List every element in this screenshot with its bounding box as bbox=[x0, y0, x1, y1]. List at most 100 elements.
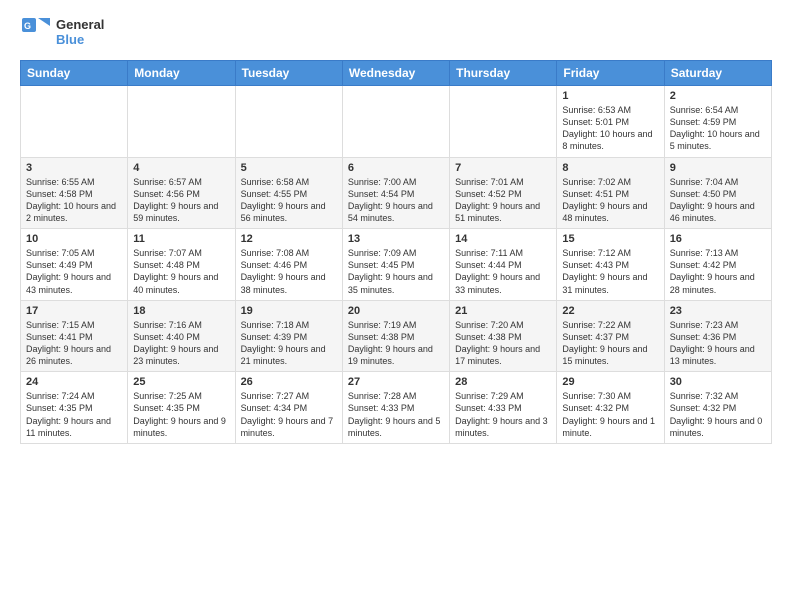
day-info: Sunrise: 7:22 AM Sunset: 4:37 PM Dayligh… bbox=[562, 319, 658, 368]
day-info: Sunrise: 6:53 AM Sunset: 5:01 PM Dayligh… bbox=[562, 104, 658, 153]
day-info: Sunrise: 7:32 AM Sunset: 4:32 PM Dayligh… bbox=[670, 390, 766, 439]
day-header-friday: Friday bbox=[557, 61, 664, 86]
day-number: 29 bbox=[562, 376, 658, 388]
calendar-cell: 8 Sunrise: 7:02 AM Sunset: 4:51 PM Daylig… bbox=[557, 157, 664, 229]
calendar-cell: 2 Sunrise: 6:54 AM Sunset: 4:59 PM Daylig… bbox=[664, 86, 771, 158]
calendar-cell: 7Sunrise: 7:01 AM Sunset: 4:52 PM Daylig… bbox=[450, 157, 557, 229]
day-info: Sunrise: 7:08 AM Sunset: 4:46 PM Dayligh… bbox=[241, 247, 337, 296]
day-info: Sunrise: 6:54 AM Sunset: 4:59 PM Dayligh… bbox=[670, 104, 766, 153]
day-number: 11 bbox=[133, 233, 229, 245]
calendar-cell: 28 Sunrise: 7:29 AM Sunset: 4:33 PM Dayli… bbox=[450, 372, 557, 444]
day-number: 24 bbox=[26, 376, 122, 388]
day-number: 6 bbox=[348, 162, 444, 174]
svg-text:G: G bbox=[24, 21, 31, 31]
calendar-cell: 25 Sunrise: 7:25 AM Sunset: 4:35 PM Dayli… bbox=[128, 372, 235, 444]
day-info: Sunrise: 7:27 AM Sunset: 4:34 PM Dayligh… bbox=[241, 390, 337, 439]
day-number: 13 bbox=[348, 233, 444, 245]
calendar-cell: 14 Sunrise: 7:11 AM Sunset: 4:44 PM Dayli… bbox=[450, 229, 557, 301]
day-info: Sunrise: 7:02 AM Sunset: 4:51 PM Dayligh… bbox=[562, 176, 658, 225]
calendar-cell: 26 Sunrise: 7:27 AM Sunset: 4:34 PM Dayli… bbox=[235, 372, 342, 444]
calendar-cell: 21 Sunrise: 7:20 AM Sunset: 4:38 PM Dayli… bbox=[450, 300, 557, 372]
day-number: 16 bbox=[670, 233, 766, 245]
day-number: 5 bbox=[241, 162, 337, 174]
calendar-cell: 17 Sunrise: 7:15 AM Sunset: 4:41 PM Dayli… bbox=[21, 300, 128, 372]
day-info: Sunrise: 6:57 AM Sunset: 4:56 PM Dayligh… bbox=[133, 176, 229, 225]
day-info: Sunrise: 7:20 AM Sunset: 4:38 PM Dayligh… bbox=[455, 319, 551, 368]
calendar-cell: 5Sunrise: 6:58 AM Sunset: 4:55 PM Daylig… bbox=[235, 157, 342, 229]
day-info: Sunrise: 7:18 AM Sunset: 4:39 PM Dayligh… bbox=[241, 319, 337, 368]
calendar-cell: 23Sunrise: 7:23 AM Sunset: 4:36 PM Dayli… bbox=[664, 300, 771, 372]
logo: G General Blue bbox=[20, 16, 104, 48]
day-number: 3 bbox=[26, 162, 122, 174]
calendar-cell: 9Sunrise: 7:04 AM Sunset: 4:50 PM Daylig… bbox=[664, 157, 771, 229]
day-info: Sunrise: 7:29 AM Sunset: 4:33 PM Dayligh… bbox=[455, 390, 551, 439]
day-info: Sunrise: 7:09 AM Sunset: 4:45 PM Dayligh… bbox=[348, 247, 444, 296]
calendar-cell: 18 Sunrise: 7:16 AM Sunset: 4:40 PM Dayli… bbox=[128, 300, 235, 372]
day-info: Sunrise: 7:19 AM Sunset: 4:38 PM Dayligh… bbox=[348, 319, 444, 368]
calendar-cell bbox=[21, 86, 128, 158]
day-info: Sunrise: 7:23 AM Sunset: 4:36 PM Dayligh… bbox=[670, 319, 766, 368]
calendar-cell: 24 Sunrise: 7:24 AM Sunset: 4:35 PM Dayli… bbox=[21, 372, 128, 444]
calendar-cell: 22 Sunrise: 7:22 AM Sunset: 4:37 PM Dayli… bbox=[557, 300, 664, 372]
day-header-tuesday: Tuesday bbox=[235, 61, 342, 86]
calendar-cell: 6 Sunrise: 7:00 AM Sunset: 4:54 PM Daylig… bbox=[342, 157, 449, 229]
day-info: Sunrise: 7:25 AM Sunset: 4:35 PM Dayligh… bbox=[133, 390, 229, 439]
day-number: 18 bbox=[133, 305, 229, 317]
day-info: Sunrise: 7:04 AM Sunset: 4:50 PM Dayligh… bbox=[670, 176, 766, 225]
logo-general: General bbox=[56, 17, 104, 32]
logo-blue: Blue bbox=[56, 32, 104, 47]
day-info: Sunrise: 7:30 AM Sunset: 4:32 PM Dayligh… bbox=[562, 390, 658, 439]
day-info: Sunrise: 7:11 AM Sunset: 4:44 PM Dayligh… bbox=[455, 247, 551, 296]
day-number: 30 bbox=[670, 376, 766, 388]
day-number: 7 bbox=[455, 162, 551, 174]
day-info: Sunrise: 7:00 AM Sunset: 4:54 PM Dayligh… bbox=[348, 176, 444, 225]
day-number: 14 bbox=[455, 233, 551, 245]
calendar-cell: 13 Sunrise: 7:09 AM Sunset: 4:45 PM Dayli… bbox=[342, 229, 449, 301]
day-info: Sunrise: 7:16 AM Sunset: 4:40 PM Dayligh… bbox=[133, 319, 229, 368]
day-number: 15 bbox=[562, 233, 658, 245]
day-header-saturday: Saturday bbox=[664, 61, 771, 86]
calendar-cell: 1 Sunrise: 6:53 AM Sunset: 5:01 PM Daylig… bbox=[557, 86, 664, 158]
day-info: Sunrise: 7:15 AM Sunset: 4:41 PM Dayligh… bbox=[26, 319, 122, 368]
calendar-cell: 29 Sunrise: 7:30 AM Sunset: 4:32 PM Dayli… bbox=[557, 372, 664, 444]
calendar-cell: 19 Sunrise: 7:18 AM Sunset: 4:39 PM Dayli… bbox=[235, 300, 342, 372]
day-info: Sunrise: 7:28 AM Sunset: 4:33 PM Dayligh… bbox=[348, 390, 444, 439]
day-number: 17 bbox=[26, 305, 122, 317]
calendar-cell: 15 Sunrise: 7:12 AM Sunset: 4:43 PM Dayli… bbox=[557, 229, 664, 301]
logo-svg: G bbox=[20, 16, 52, 48]
day-number: 10 bbox=[26, 233, 122, 245]
calendar-cell bbox=[235, 86, 342, 158]
calendar-cell: 12 Sunrise: 7:08 AM Sunset: 4:46 PM Dayli… bbox=[235, 229, 342, 301]
calendar-cell: 16 Sunrise: 7:13 AM Sunset: 4:42 PM Dayli… bbox=[664, 229, 771, 301]
calendar-cell bbox=[450, 86, 557, 158]
day-number: 2 bbox=[670, 90, 766, 102]
day-number: 4 bbox=[133, 162, 229, 174]
calendar-cell: 20 Sunrise: 7:19 AM Sunset: 4:38 PM Dayli… bbox=[342, 300, 449, 372]
day-number: 21 bbox=[455, 305, 551, 317]
day-number: 19 bbox=[241, 305, 337, 317]
day-info: Sunrise: 7:05 AM Sunset: 4:49 PM Dayligh… bbox=[26, 247, 122, 296]
day-number: 26 bbox=[241, 376, 337, 388]
day-info: Sunrise: 7:12 AM Sunset: 4:43 PM Dayligh… bbox=[562, 247, 658, 296]
day-number: 1 bbox=[562, 90, 658, 102]
day-header-monday: Monday bbox=[128, 61, 235, 86]
day-info: Sunrise: 7:24 AM Sunset: 4:35 PM Dayligh… bbox=[26, 390, 122, 439]
calendar-cell: 30 Sunrise: 7:32 AM Sunset: 4:32 PM Dayli… bbox=[664, 372, 771, 444]
calendar-cell: 11 Sunrise: 7:07 AM Sunset: 4:48 PM Dayli… bbox=[128, 229, 235, 301]
day-number: 8 bbox=[562, 162, 658, 174]
calendar-cell bbox=[342, 86, 449, 158]
day-number: 12 bbox=[241, 233, 337, 245]
calendar-cell: 27Sunrise: 7:28 AM Sunset: 4:33 PM Dayli… bbox=[342, 372, 449, 444]
day-number: 20 bbox=[348, 305, 444, 317]
day-number: 22 bbox=[562, 305, 658, 317]
day-header-sunday: Sunday bbox=[21, 61, 128, 86]
day-info: Sunrise: 7:07 AM Sunset: 4:48 PM Dayligh… bbox=[133, 247, 229, 296]
day-number: 28 bbox=[455, 376, 551, 388]
day-info: Sunrise: 7:13 AM Sunset: 4:42 PM Dayligh… bbox=[670, 247, 766, 296]
day-number: 25 bbox=[133, 376, 229, 388]
calendar: SundayMondayTuesdayWednesdayThursdayFrid… bbox=[20, 60, 772, 444]
day-header-wednesday: Wednesday bbox=[342, 61, 449, 86]
day-info: Sunrise: 6:55 AM Sunset: 4:58 PM Dayligh… bbox=[26, 176, 122, 225]
calendar-cell: 4 Sunrise: 6:57 AM Sunset: 4:56 PM Daylig… bbox=[128, 157, 235, 229]
calendar-cell: 10 Sunrise: 7:05 AM Sunset: 4:49 PM Dayli… bbox=[21, 229, 128, 301]
